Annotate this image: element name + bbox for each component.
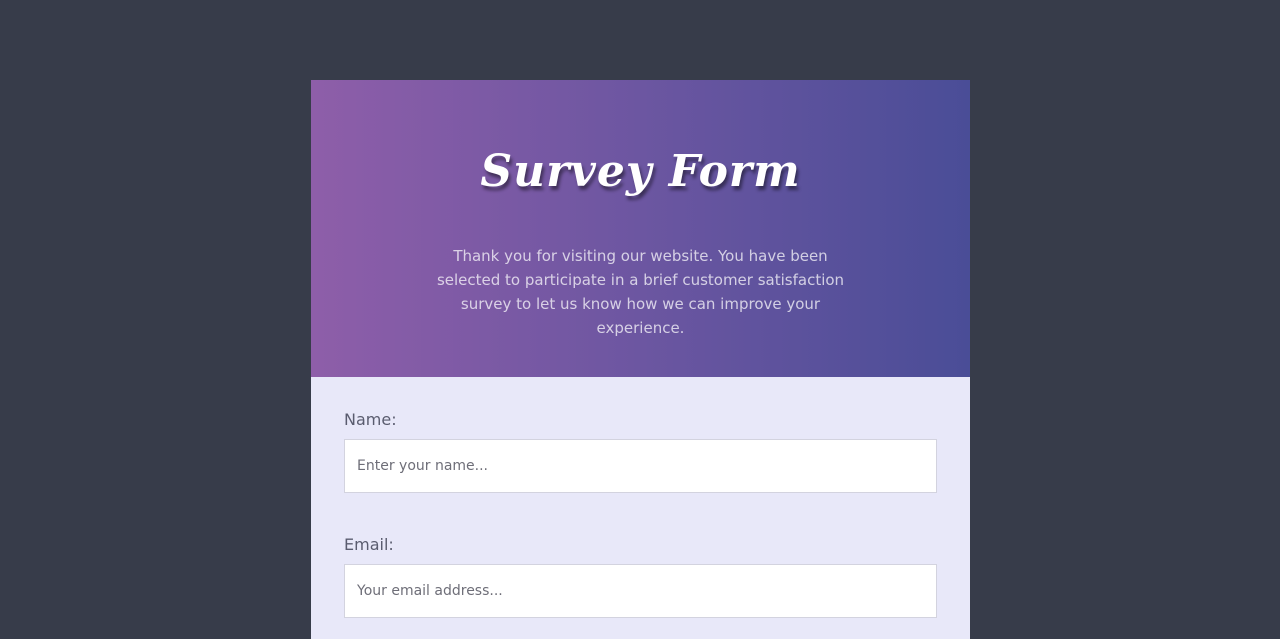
email-label: Email: <box>344 535 394 554</box>
page-title: Survey Form <box>480 146 801 197</box>
survey-header: Survey Form Thank you for visiting our w… <box>311 80 970 377</box>
survey-card: Survey Form Thank you for visiting our w… <box>311 80 970 639</box>
name-field-group: Name: <box>344 410 937 493</box>
survey-form: Name: Email: <box>311 377 970 639</box>
email-field-group: Email: <box>344 535 937 618</box>
name-input[interactable] <box>344 439 937 493</box>
name-label: Name: <box>344 410 397 429</box>
survey-description: Thank you for visiting our website. You … <box>436 247 845 337</box>
email-input[interactable] <box>344 564 937 618</box>
